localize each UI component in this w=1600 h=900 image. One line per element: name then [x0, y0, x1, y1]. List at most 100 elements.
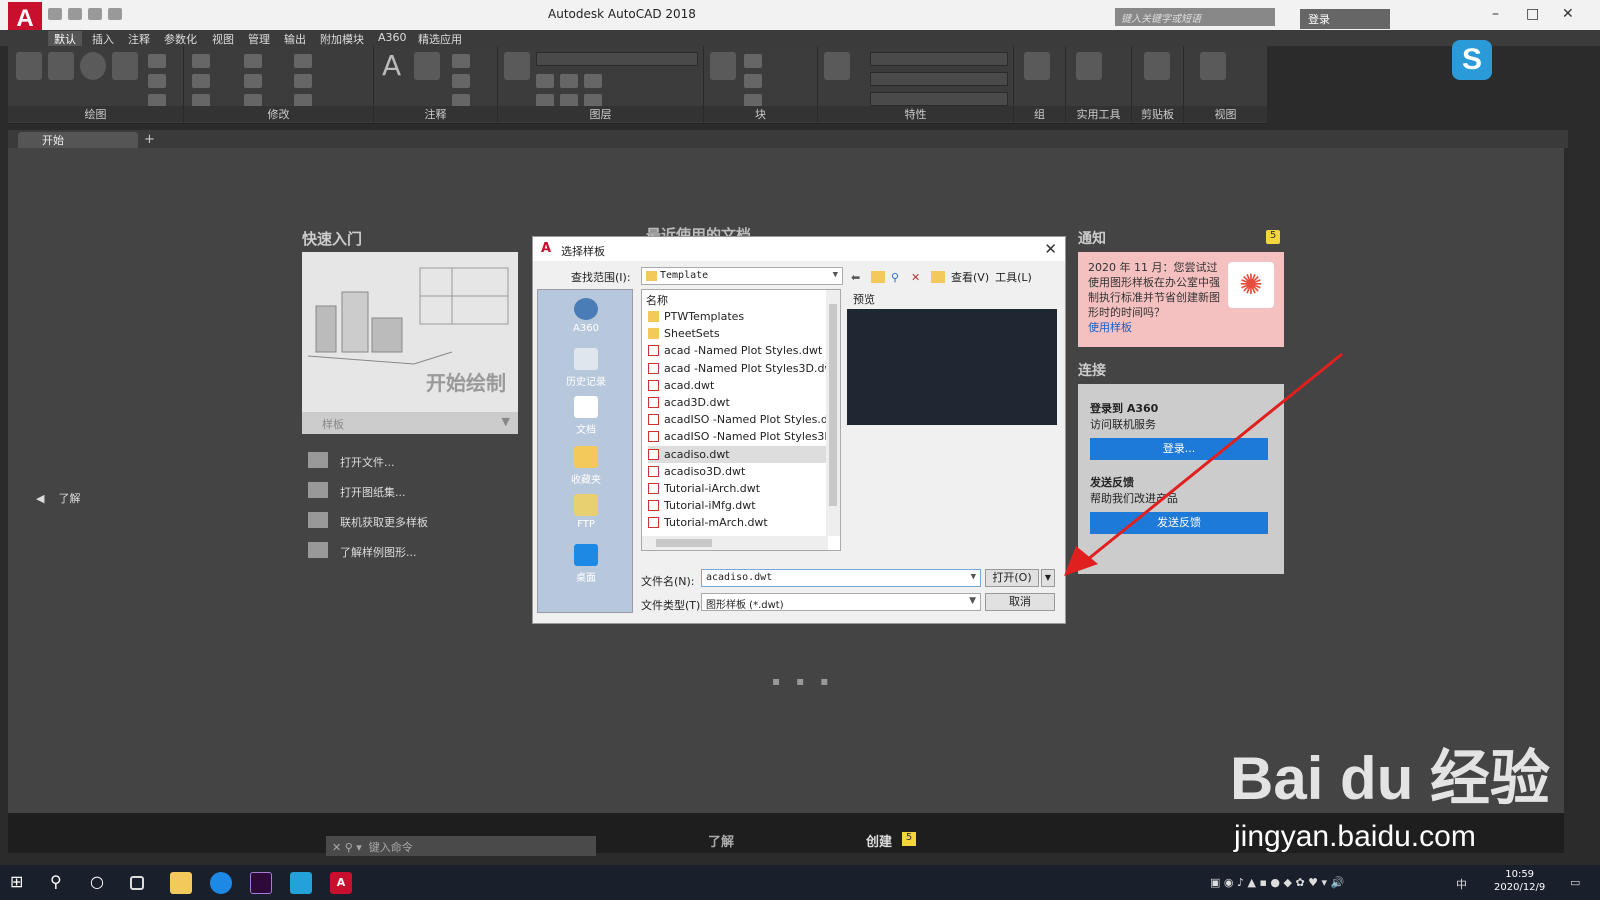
place-documents[interactable]: 文档: [538, 396, 634, 436]
open-icon[interactable]: [68, 8, 82, 20]
horizontal-scrollbar[interactable]: [642, 536, 828, 550]
measure-icon[interactable]: [1076, 52, 1102, 80]
file-item[interactable]: acad3D.dwt: [648, 394, 828, 411]
layer-tool-icon[interactable]: [584, 74, 602, 88]
match-properties-icon[interactable]: [824, 52, 850, 80]
maximize-button[interactable]: □: [1526, 6, 1539, 22]
app-icon[interactable]: [290, 872, 312, 894]
layer-tool-icon[interactable]: [560, 74, 578, 88]
cortana-icon[interactable]: ○: [90, 872, 112, 894]
place-favorites[interactable]: 收藏夹: [538, 446, 634, 486]
more-icon[interactable]: [108, 8, 122, 20]
line-icon[interactable]: [16, 52, 42, 80]
tab-view[interactable]: 视图: [212, 31, 234, 47]
file-item[interactable]: acadISO -Named Plot Styles.dwt: [648, 411, 840, 428]
mirror-icon[interactable]: [244, 74, 262, 88]
folder-item[interactable]: PTWTemplates: [648, 308, 828, 325]
folder-item[interactable]: SheetSets: [648, 325, 828, 342]
open-button[interactable]: 打开(O): [985, 569, 1039, 587]
tab-default[interactable]: 默认: [48, 31, 82, 47]
layer-properties-icon[interactable]: [504, 52, 530, 80]
use-template-link[interactable]: 使用样板: [1088, 320, 1274, 335]
place-a360[interactable]: A360: [538, 298, 634, 334]
s-app-icon[interactable]: S: [1452, 40, 1492, 80]
file-item[interactable]: acad -Named Plot Styles.dwt: [648, 342, 828, 359]
learn-tab[interactable]: 了解: [708, 831, 734, 850]
polyline-icon[interactable]: [48, 52, 74, 80]
file-item[interactable]: acadISO -Named Plot Styles3D.dwt: [648, 428, 840, 445]
save-icon[interactable]: [88, 8, 102, 20]
tools-menu[interactable]: 工具(L): [995, 269, 1032, 285]
get-templates-link[interactable]: 联机获取更多样板: [340, 514, 428, 530]
file-item[interactable]: Tutorial-iMfg.dwt: [648, 497, 828, 514]
vertical-scrollbar[interactable]: [826, 290, 840, 536]
place-ftp[interactable]: FTP: [538, 494, 634, 530]
login-button[interactable]: 登录: [1300, 9, 1390, 29]
views-menu[interactable]: 查看(V): [951, 269, 989, 285]
minimize-button[interactable]: –: [1492, 6, 1499, 22]
file-item[interactable]: acad.dwt: [648, 377, 828, 394]
file-item[interactable]: acadiso3D.dwt: [648, 463, 828, 480]
tab-start[interactable]: 开始: [18, 132, 138, 148]
dialog-close-button[interactable]: ✕: [1044, 240, 1057, 258]
autocad-taskbar-icon[interactable]: A: [330, 872, 352, 894]
circle-icon[interactable]: [80, 52, 106, 80]
linetype-dropdown[interactable]: [870, 72, 1008, 86]
sample-drawings-link[interactable]: 了解样例图形...: [340, 544, 417, 560]
fillet-icon[interactable]: [294, 74, 312, 88]
color-dropdown[interactable]: [870, 52, 1008, 66]
copy-icon[interactable]: [192, 74, 210, 88]
edge-browser-icon[interactable]: [210, 872, 232, 894]
look-in-dropdown[interactable]: Template ▼: [641, 267, 843, 285]
system-tray-icons[interactable]: ▣ ◉ ♪ ▲ ▪ ● ◆ ✿ ♥ ▾ 🔊: [1210, 876, 1344, 889]
base-view-icon[interactable]: [1200, 52, 1226, 80]
tab-parametric[interactable]: 参数化: [164, 31, 197, 47]
new-folder-icon[interactable]: [931, 271, 945, 283]
close-button[interactable]: ✕: [1562, 6, 1574, 22]
layer-dropdown[interactable]: [536, 52, 698, 66]
arc-icon[interactable]: [112, 52, 138, 80]
tab-a360[interactable]: A360: [378, 31, 407, 44]
tab-manage[interactable]: 管理: [248, 31, 270, 47]
place-desktop[interactable]: 桌面: [538, 544, 634, 584]
new-tab-button[interactable]: +: [144, 132, 155, 147]
hatch-icon[interactable]: [148, 74, 166, 88]
group-icon[interactable]: [1024, 52, 1050, 80]
file-explorer-icon[interactable]: [170, 872, 192, 894]
command-input[interactable]: ✕ ⚲ ▾ 键入命令: [326, 836, 596, 856]
up-folder-icon[interactable]: [871, 271, 885, 283]
notification-center-icon[interactable]: ▭: [1570, 876, 1580, 889]
open-sheetset-link[interactable]: 打开图纸集...: [340, 484, 406, 500]
create-tab[interactable]: 创建: [866, 831, 892, 850]
start-drawing-card[interactable]: 开始绘制: [302, 252, 518, 412]
paste-icon[interactable]: [1144, 52, 1170, 80]
tab-featured-apps[interactable]: 精选应用: [418, 31, 462, 47]
new-icon[interactable]: [48, 8, 62, 20]
place-history[interactable]: 历史记录: [538, 348, 634, 388]
move-icon[interactable]: [192, 54, 210, 68]
file-item[interactable]: acadiso.dwt: [648, 445, 828, 463]
trim-icon[interactable]: [294, 54, 312, 68]
leader-icon[interactable]: [452, 74, 470, 88]
task-view-icon[interactable]: [130, 876, 144, 890]
back-icon[interactable]: ⬅: [851, 271, 865, 284]
file-name-input[interactable]: acadiso.dwt ▼: [701, 569, 981, 587]
layer-tool-icon[interactable]: [536, 74, 554, 88]
ime-indicator[interactable]: 中: [1456, 876, 1467, 892]
dimension-icon[interactable]: [414, 52, 440, 80]
tab-annotate[interactable]: 注释: [128, 31, 150, 47]
search-web-icon[interactable]: ⚲: [891, 271, 905, 284]
delete-icon[interactable]: ✕: [911, 271, 925, 284]
file-item[interactable]: Tutorial-iArch.dwt: [648, 480, 828, 497]
page-indicator[interactable]: ▪▪▪: [772, 674, 844, 688]
text-icon[interactable]: A: [382, 52, 408, 80]
lineweight-dropdown[interactable]: [870, 92, 1008, 106]
file-item[interactable]: acad -Named Plot Styles3D.dwt: [648, 360, 838, 377]
premiere-icon[interactable]: [250, 872, 272, 894]
create-block-icon[interactable]: [744, 54, 762, 68]
linear-icon[interactable]: [452, 54, 470, 68]
rectangle-icon[interactable]: [148, 54, 166, 68]
file-item[interactable]: Tutorial-mArch.dwt: [648, 514, 828, 531]
search-icon[interactable]: ⚲: [50, 872, 72, 894]
tab-output[interactable]: 输出: [284, 31, 306, 47]
